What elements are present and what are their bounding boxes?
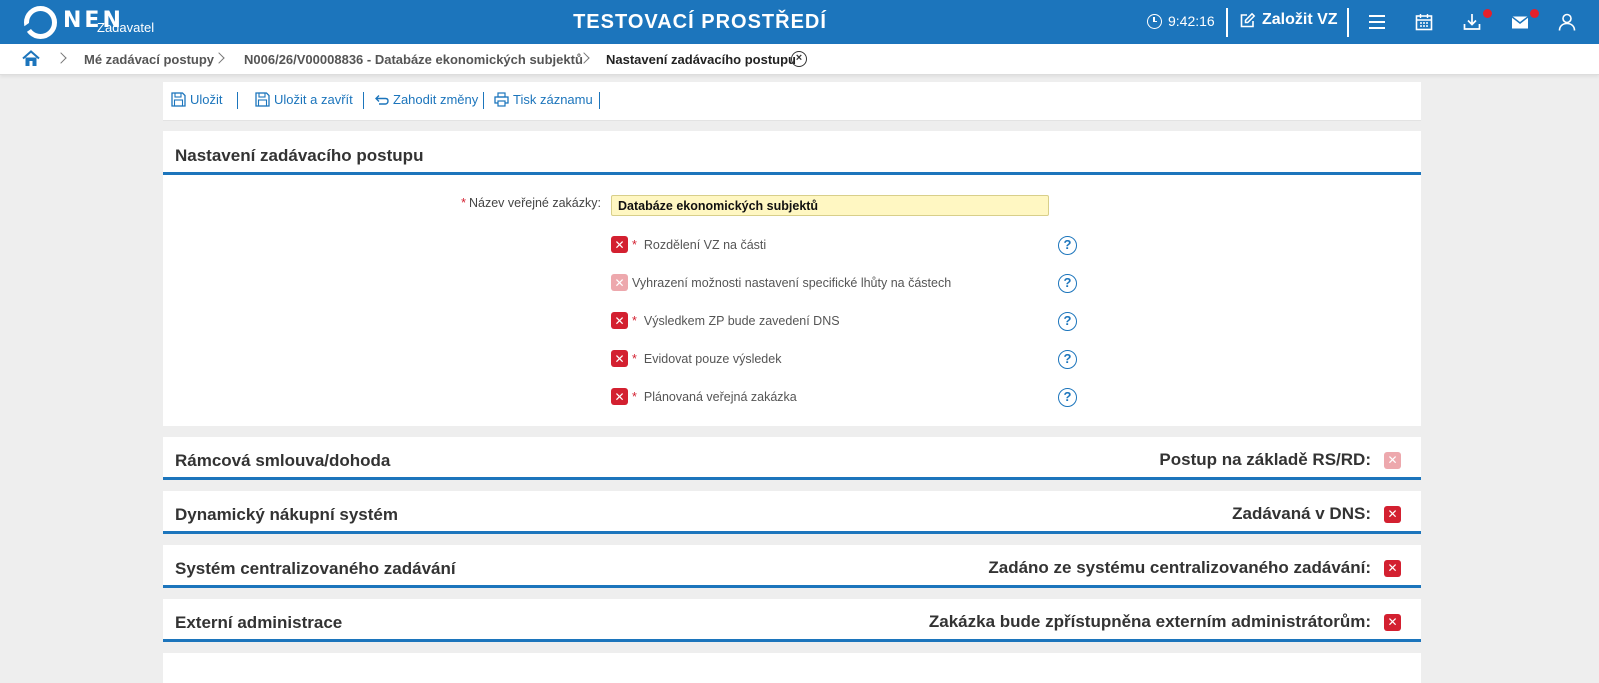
external-administration-section: Externí administrace Zakázka bude zpříst… xyxy=(163,599,1421,642)
help-icon[interactable]: ? xyxy=(1058,312,1077,331)
edit-icon xyxy=(1240,12,1256,27)
section-toggle-label: Zadáno ze systému centralizovaného zadáv… xyxy=(988,558,1371,577)
chevron-right-icon xyxy=(213,52,225,64)
mail-icon[interactable] xyxy=(1510,12,1530,32)
unchecked-x-icon[interactable]: ✕ xyxy=(611,388,628,405)
section-header: Systém centralizovaného zadávání Zadáno … xyxy=(163,545,1421,588)
next-section-panel xyxy=(163,653,1421,683)
section-toggle[interactable]: Zadávaná v DNS: ✕ xyxy=(1232,504,1401,524)
settings-panel-title: Nastavení zadávacího postupu xyxy=(175,146,424,165)
required-marker: * xyxy=(461,196,466,210)
toolbar-divider xyxy=(363,92,364,109)
required-marker: * xyxy=(632,351,637,366)
section-toggle-label: Zakázka bude zpřístupněna externím admin… xyxy=(928,612,1371,631)
print-label: Tisk záznamu xyxy=(513,92,593,107)
option-row-result-only[interactable]: ✕ * Evidovat pouze výsledek xyxy=(611,350,781,367)
contract-name-input[interactable] xyxy=(611,195,1049,216)
unchecked-x-icon[interactable]: ✕ xyxy=(1384,505,1401,523)
clock-time: 9:42:16 xyxy=(1168,13,1215,29)
breadcrumb-item[interactable]: Mé zadávací postupy xyxy=(84,52,214,67)
section-title: Systém centralizovaného zadávání xyxy=(175,559,456,578)
help-icon[interactable]: ? xyxy=(1058,274,1077,293)
option-row-specific-deadline: ✕ Vyhrazení možnosti nastavení specifick… xyxy=(611,274,951,291)
create-vz-label: Založit VZ xyxy=(1262,11,1338,28)
save-close-icon xyxy=(255,92,270,107)
print-icon xyxy=(494,92,509,107)
top-bar: NEN Zadavatel TESTOVACÍ PROSTŘEDÍ 9:42:1… xyxy=(0,0,1599,44)
print-button[interactable]: Tisk záznamu xyxy=(494,92,593,107)
option-row-parts[interactable]: ✕ * Rozdělení VZ na části xyxy=(611,236,766,253)
unchecked-x-icon: ✕ xyxy=(1384,451,1401,469)
close-icon[interactable]: × xyxy=(791,51,807,67)
section-header: Rámcová smlouva/dohoda Postup na základě… xyxy=(163,437,1421,480)
create-vz-button[interactable]: Založit VZ xyxy=(1239,11,1338,29)
section-toggle[interactable]: Zadáno ze systému centralizovaného zadáv… xyxy=(988,558,1401,578)
discard-changes-button[interactable]: Zahodit změny xyxy=(374,92,478,107)
save-close-button[interactable]: Uložit a zavřít xyxy=(255,92,353,107)
calendar-icon[interactable] xyxy=(1414,12,1434,32)
centralized-procurement-section: Systém centralizovaného zadávání Zadáno … xyxy=(163,545,1421,588)
option-row-dns[interactable]: ✕ * Výsledkem ZP bude zavedení DNS xyxy=(611,312,840,329)
name-label-text: Název veřejné zakázky: xyxy=(468,196,601,210)
user-icon[interactable] xyxy=(1557,12,1577,32)
option-row-planned[interactable]: ✕ * Plánovaná veřejná zakázka xyxy=(611,388,797,405)
help-icon[interactable]: ? xyxy=(1058,350,1077,369)
name-label: * Název veřejné zakázky: xyxy=(461,196,601,210)
toolbar: Uložit Uložit a zavřít Zahodit změny Tis… xyxy=(163,82,1421,121)
session-clock: 9:42:16 xyxy=(1147,13,1215,29)
section-title: Rámcová smlouva/dohoda xyxy=(175,451,391,470)
unchecked-x-icon[interactable]: ✕ xyxy=(611,312,628,329)
required-marker: * xyxy=(632,237,637,252)
download-notification-dot xyxy=(1483,9,1492,18)
option-label: Rozdělení VZ na části xyxy=(643,237,767,252)
clock-icon xyxy=(1147,13,1162,29)
toolbar-divider xyxy=(483,92,484,109)
required-marker: * xyxy=(632,389,637,404)
breadcrumb-current: Nastavení zadávacího postupu xyxy=(606,52,796,67)
name-label-wrap: * Název veřejné zakázky: xyxy=(0,196,601,214)
menu-icon[interactable] xyxy=(1367,12,1387,32)
unchecked-x-icon[interactable]: ✕ xyxy=(611,236,628,253)
section-toggle-label: Zadávaná v DNS: xyxy=(1232,504,1371,523)
discard-changes-label: Zahodit změny xyxy=(393,92,479,107)
mail-notification-dot xyxy=(1530,9,1539,18)
undo-icon xyxy=(375,95,389,105)
save-icon xyxy=(171,92,186,107)
unchecked-x-icon: ✕ xyxy=(611,274,628,291)
save-label: Uložit xyxy=(190,92,223,107)
option-label: Výsledkem ZP bude zavedení DNS xyxy=(643,313,840,328)
unchecked-x-icon[interactable]: ✕ xyxy=(611,350,628,367)
toolbar-divider xyxy=(599,92,600,109)
option-label: Evidovat pouze výsledek xyxy=(643,351,782,366)
option-label: Plánovaná veřejná zakázka xyxy=(643,389,797,404)
breadcrumb-item[interactable]: N006/26/V00008836 - Databáze ekonomickýc… xyxy=(244,52,583,67)
section-toggle: Postup na základě RS/RD: ✕ xyxy=(1159,450,1401,470)
framework-agreement-section: Rámcová smlouva/dohoda Postup na základě… xyxy=(163,437,1421,480)
header-divider xyxy=(1347,8,1349,37)
home-icon[interactable] xyxy=(22,50,40,67)
required-marker: * xyxy=(632,313,637,328)
option-label: Vyhrazení možnosti nastavení specifické … xyxy=(632,275,952,290)
section-title: Externí administrace xyxy=(175,613,343,632)
help-icon[interactable]: ? xyxy=(1058,236,1077,255)
settings-panel-header: Nastavení zadávacího postupu xyxy=(163,131,1421,175)
chevron-right-icon xyxy=(55,52,67,64)
section-toggle-label: Postup na základě RS/RD: xyxy=(1159,450,1371,469)
section-header: Externí administrace Zakázka bude zpříst… xyxy=(163,599,1421,642)
header-divider xyxy=(1226,8,1228,37)
unchecked-x-icon[interactable]: ✕ xyxy=(1384,613,1401,631)
unchecked-x-icon[interactable]: ✕ xyxy=(1384,559,1401,577)
section-header: Dynamický nákupní systém Zadávaná v DNS:… xyxy=(163,491,1421,534)
breadcrumb: Mé zadávací postupy N006/26/V00008836 - … xyxy=(0,44,1599,75)
download-icon[interactable] xyxy=(1462,12,1482,32)
help-icon[interactable]: ? xyxy=(1058,388,1077,407)
toolbar-divider xyxy=(237,92,238,109)
dns-section: Dynamický nákupní systém Zadávaná v DNS:… xyxy=(163,491,1421,534)
save-close-label: Uložit a zavřít xyxy=(274,92,353,107)
section-title: Dynamický nákupní systém xyxy=(175,505,398,524)
save-button[interactable]: Uložit xyxy=(171,92,223,107)
section-toggle[interactable]: Zakázka bude zpřístupněna externím admin… xyxy=(929,612,1401,632)
